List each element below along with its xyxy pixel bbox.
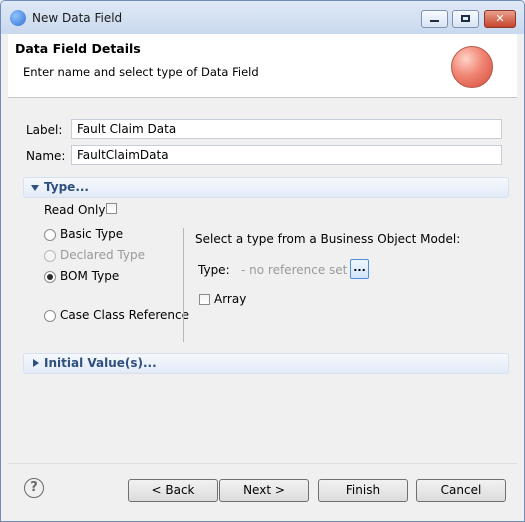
name-input[interactable]: FaultClaimData (71, 145, 502, 165)
minimize-icon (430, 20, 439, 22)
maximize-icon (461, 15, 470, 22)
help-icon[interactable]: ? (24, 478, 44, 498)
next-button[interactable]: Next > (219, 479, 309, 502)
collapsed-chevron-icon (33, 359, 39, 367)
bom-prompt: Select a type from a Business Object Mod… (195, 232, 461, 246)
initial-value-section-header[interactable]: Initial Value(s)... (23, 353, 509, 374)
finish-button[interactable]: Finish (318, 479, 408, 502)
back-button[interactable]: < Back (128, 479, 218, 502)
type-section-header[interactable]: Type... (23, 177, 509, 198)
declared-type-radio (44, 250, 56, 262)
expanded-chevron-icon (31, 185, 39, 191)
window-title: New Data Field (32, 11, 123, 25)
wizard-content: Label: Fault Claim Data Name: FaultClaim… (8, 98, 517, 463)
type-divider (183, 228, 184, 342)
label-caption: Label: (26, 123, 63, 137)
initial-value-section-title: Initial Value(s)... (44, 356, 157, 370)
type-caption: Type: (198, 263, 230, 277)
maximize-button[interactable] (452, 10, 479, 28)
page-title: Data Field Details (15, 41, 141, 56)
wizard-banner-icon (451, 46, 493, 88)
close-icon: ✕ (495, 12, 505, 25)
array-label[interactable]: Array (214, 292, 246, 306)
bom-type-label[interactable]: BOM Type (60, 269, 119, 283)
browse-type-button[interactable]: ... (350, 259, 369, 279)
basic-type-radio[interactable] (44, 229, 56, 241)
case-class-reference-label[interactable]: Case Class Reference (60, 308, 189, 322)
label-input[interactable]: Fault Claim Data (71, 119, 502, 139)
type-reference-value: - no reference set - (241, 263, 356, 277)
wizard-header: Data Field Details Enter name and select… (8, 34, 517, 98)
declared-type-label: Declared Type (60, 248, 145, 262)
name-caption: Name: (26, 149, 66, 163)
read-only-caption: Read Only: (44, 203, 109, 217)
page-description: Enter name and select type of Data Field (23, 65, 259, 79)
bom-type-radio[interactable] (44, 271, 56, 283)
title-bar: New Data Field ✕ (1, 1, 524, 34)
basic-type-label[interactable]: Basic Type (60, 227, 123, 241)
case-class-reference-radio[interactable] (44, 310, 56, 322)
array-checkbox[interactable] (199, 294, 210, 305)
wizard-footer: ? < Back Next > Finish Cancel (8, 463, 517, 516)
read-only-checkbox[interactable] (106, 203, 117, 214)
type-section-title: Type... (44, 180, 89, 194)
cancel-button[interactable]: Cancel (416, 479, 506, 502)
close-button[interactable]: ✕ (484, 10, 516, 28)
minimize-button[interactable] (421, 10, 448, 28)
app-icon (10, 10, 26, 26)
dialog-window: New Data Field ✕ Data Field Details Ente… (0, 0, 525, 522)
